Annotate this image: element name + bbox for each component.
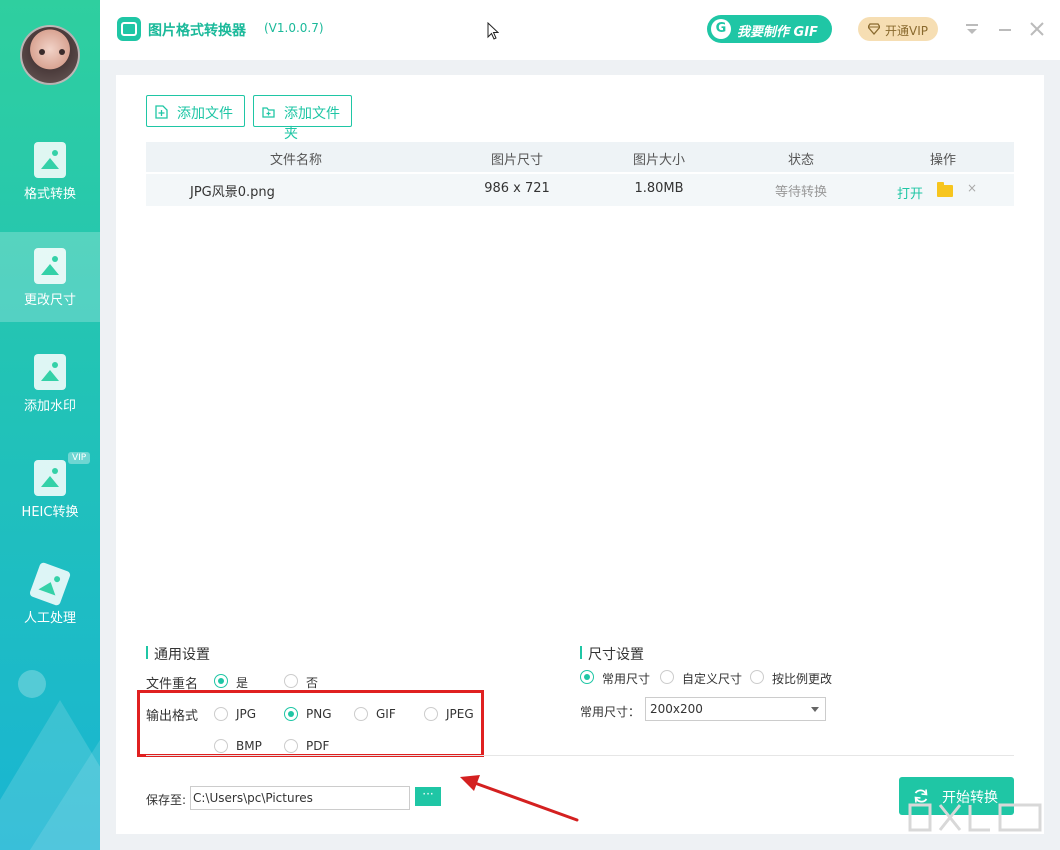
- sidebar-item-manual[interactable]: 人工处理: [0, 550, 100, 640]
- vip-badge: VIP: [68, 452, 91, 464]
- rename-yes-label: 是: [236, 676, 249, 690]
- size-mode-ratio-label: 按比例更改: [772, 672, 833, 686]
- save-to-label: 保存至:: [146, 793, 187, 807]
- size-mode-custom-radio[interactable]: [660, 670, 674, 684]
- watermark-logo: [908, 803, 1042, 832]
- user-avatar[interactable]: [20, 25, 80, 85]
- dropdown-menu-icon[interactable]: [965, 22, 979, 36]
- sidebar-item-label: 更改尺寸: [23, 293, 76, 308]
- app-version: (V1.0.0.7): [264, 21, 324, 35]
- size-settings-title: 尺寸设置: [580, 644, 644, 664]
- table-header: 文件名称 图片尺寸 图片大小 状态 操作: [146, 142, 1014, 172]
- add-folder-button[interactable]: 添加文件夹: [253, 95, 352, 142]
- sidebar-item-label: HEIC转换: [21, 505, 79, 520]
- title-bar: 图片格式转换器 (V1.0.0.7) G 我要制作 GIF 开通VIP: [100, 0, 1060, 60]
- sidebar-item-label: 添加水印: [23, 399, 76, 414]
- general-settings-title: 通用设置: [146, 644, 210, 664]
- cell-dimensions: 986 x 721: [484, 181, 550, 196]
- manual-process-icon: [28, 561, 72, 607]
- size-mode-common-label: 常用尺寸: [602, 672, 651, 686]
- add-folder-label: 添加文件夹: [284, 106, 340, 142]
- column-header-filename: 文件名称: [269, 153, 322, 168]
- diamond-icon: [868, 23, 880, 35]
- apple-image-icon: [34, 460, 66, 496]
- minimize-icon[interactable]: [999, 29, 1011, 31]
- add-folder-icon: [262, 107, 275, 118]
- size-mode-custom-label: 自定义尺寸: [682, 672, 743, 686]
- rename-yes-radio[interactable]: [214, 674, 228, 688]
- close-icon[interactable]: [1029, 21, 1045, 37]
- decoration-mountain: [30, 740, 100, 850]
- main-panel: 添加文件 添加文件夹 文件名称 图片尺寸 图片大小 状态 操作 JPG风景0.p…: [116, 75, 1044, 834]
- sidebar: 格式转换 更改尺寸 添加水印 VIP HEIC转换 人工处理: [0, 0, 100, 850]
- image-resize-icon: [34, 248, 66, 284]
- add-file-button[interactable]: 添加文件: [146, 95, 245, 127]
- add-file-label: 添加文件: [177, 106, 233, 122]
- make-gif-button[interactable]: G 我要制作 GIF: [707, 15, 832, 43]
- column-header-size: 图片大小: [632, 153, 685, 168]
- common-size-label: 常用尺寸：: [580, 705, 641, 719]
- open-vip-button[interactable]: 开通VIP: [858, 17, 938, 41]
- common-size-select[interactable]: 200x200: [645, 697, 826, 721]
- sidebar-item-label: 格式转换: [23, 187, 76, 202]
- sidebar-item-format-convert[interactable]: 格式转换: [0, 126, 100, 216]
- browse-button[interactable]: ···: [415, 787, 441, 806]
- column-header-actions: 操作: [929, 153, 956, 168]
- cell-filename: JPG风景0.png: [190, 185, 275, 200]
- sidebar-item-label: 人工处理: [23, 611, 76, 626]
- open-file-link[interactable]: 打开: [897, 183, 923, 202]
- gif-logo-icon: G: [711, 19, 731, 39]
- cell-size: 1.80MB: [634, 181, 684, 196]
- decoration-circle: [18, 670, 46, 698]
- make-gif-label: 我要制作 GIF: [737, 25, 818, 40]
- column-header-dimensions: 图片尺寸: [490, 153, 543, 168]
- annotation-arrow-icon: [460, 775, 579, 822]
- image-watermark-icon: [34, 354, 66, 390]
- open-vip-label: 开通VIP: [885, 24, 928, 38]
- rename-no-label: 否: [306, 676, 319, 690]
- common-size-value: 200x200: [650, 702, 703, 716]
- delete-icon[interactable]: ×: [967, 181, 977, 195]
- size-mode-common-radio[interactable]: [580, 670, 594, 684]
- size-mode-ratio-radio[interactable]: [750, 670, 764, 684]
- table-row[interactable]: JPG风景0.png 986 x 721 1.80MB 等待转换 打开 ×: [146, 174, 1014, 206]
- highlight-annotation-box: [137, 690, 484, 757]
- sidebar-item-heic[interactable]: VIP HEIC转换: [0, 444, 100, 534]
- app-logo-icon: [117, 17, 141, 41]
- divider: [146, 755, 1014, 756]
- app-title: 图片格式转换器: [148, 23, 246, 39]
- cell-status: 等待转换: [774, 185, 827, 200]
- image-convert-icon: [34, 142, 66, 178]
- mouse-cursor-icon: [487, 22, 499, 40]
- folder-icon[interactable]: [937, 182, 953, 197]
- sidebar-item-resize[interactable]: 更改尺寸: [0, 232, 100, 322]
- chevron-down-icon: [811, 707, 819, 712]
- add-file-icon: [155, 105, 168, 119]
- rename-no-radio[interactable]: [284, 674, 298, 688]
- sidebar-item-watermark[interactable]: 添加水印: [0, 338, 100, 428]
- column-header-status: 状态: [787, 153, 814, 168]
- save-path-input[interactable]: [190, 786, 410, 810]
